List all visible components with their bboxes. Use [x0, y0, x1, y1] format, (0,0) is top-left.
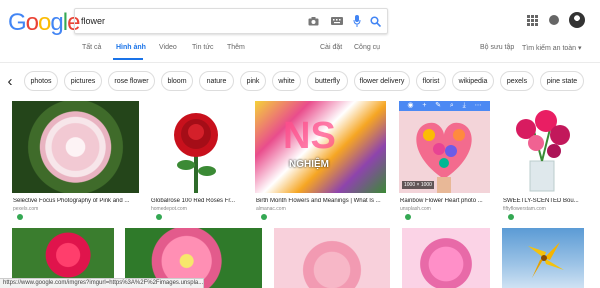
result-title[interactable]: Globalrose 100 Red Roses Fr... — [151, 198, 242, 204]
more-icon[interactable]: ⋯ — [475, 101, 482, 111]
keyboard-icon[interactable] — [330, 14, 344, 28]
watermark-text: NGHIỆM — [289, 159, 329, 170]
result-image[interactable]: NS NGHIỆM — [255, 101, 386, 193]
license-icon — [405, 214, 411, 220]
download-icon[interactable]: ⤓ — [463, 101, 466, 111]
license-icon — [508, 214, 514, 220]
result-image[interactable] — [274, 228, 390, 288]
chip-white[interactable]: white — [272, 71, 301, 91]
logo-letter: o — [38, 9, 51, 36]
result-title[interactable]: Rainbow Flower Heart photo ... — [400, 198, 489, 204]
watermark-logo: NS — [283, 115, 336, 157]
result-title[interactable]: Birth Month Flowers and Meanings | What … — [256, 198, 386, 204]
mic-icon[interactable] — [350, 14, 364, 28]
tab-all[interactable]: Tất cả — [82, 44, 101, 51]
safesearch-link[interactable]: Tìm kiếm an toàn ▾ — [522, 44, 582, 52]
result-image[interactable] — [502, 101, 582, 193]
chevron-left-icon[interactable]: ‹ — [2, 71, 18, 91]
chip-pexels[interactable]: pexels — [500, 71, 534, 91]
tab-more[interactable]: Thêm — [227, 44, 245, 51]
chip-nature[interactable]: nature — [199, 71, 234, 91]
lily-bouquet-illustration — [516, 110, 570, 192]
result-source: homedepot.com — [151, 206, 187, 212]
result-source: pexels.com — [13, 206, 39, 212]
active-tab-indicator — [113, 58, 143, 60]
search-box — [74, 8, 388, 34]
chip-bloom[interactable]: bloom — [161, 71, 193, 91]
google-logo[interactable]: Google — [8, 9, 80, 37]
license-icon — [156, 214, 162, 220]
yellow-flower-illustration — [528, 242, 564, 278]
chip-pink[interactable]: pink — [240, 71, 266, 91]
tab-video[interactable]: Video — [159, 44, 177, 51]
license-icon — [17, 214, 23, 220]
red-rose-illustration — [174, 113, 218, 193]
search-icon[interactable]: ⌕ — [450, 101, 454, 111]
chip-florist[interactable]: florist — [416, 71, 446, 91]
search-icon[interactable] — [368, 14, 382, 28]
result-image[interactable] — [502, 228, 584, 288]
chip-pine-state[interactable]: pine state — [540, 71, 584, 91]
tab-news[interactable]: Tin tức — [192, 44, 214, 51]
logo-letter: g — [50, 9, 63, 36]
result-title[interactable]: SWEETLY-SCENTED Bou... — [503, 198, 585, 204]
chip-photos[interactable]: photos — [24, 71, 58, 91]
collections-link[interactable]: Bộ sưu tập — [480, 44, 514, 51]
chip-pictures[interactable]: pictures — [64, 71, 102, 91]
image-dimensions: 1000 × 1000 — [402, 181, 434, 189]
add-icon[interactable]: + — [422, 101, 426, 111]
view-icon[interactable]: ◉ — [407, 101, 413, 111]
license-icon — [261, 214, 267, 220]
logo-letter: o — [25, 9, 39, 36]
edit-icon[interactable]: ✎ — [435, 101, 441, 111]
chip-flower-delivery[interactable]: flower delivery — [354, 71, 410, 91]
result-image[interactable]: ◉ + ✎ ⌕ ⤓ ⋯ 1000 × 1000 — [399, 101, 490, 193]
status-bar-url: https://www.google.com/imgres?imgurl=htt… — [0, 278, 204, 288]
settings-link[interactable]: Cài đặt — [320, 44, 342, 51]
logo-letter: G — [8, 9, 27, 36]
result-source: almanac.com — [256, 206, 286, 212]
result-image[interactable] — [12, 101, 139, 193]
chip-wikipedia[interactable]: wikipedia — [452, 71, 494, 91]
apps-grid-icon[interactable] — [527, 15, 538, 26]
chip-butterfly[interactable]: butterfly — [307, 71, 348, 91]
result-title[interactable]: Selective Focus Photography of Pink and … — [13, 198, 137, 204]
result-image[interactable] — [402, 228, 490, 288]
chip-rose-flower[interactable]: rose flower — [108, 71, 155, 91]
search-input[interactable] — [81, 9, 281, 33]
result-image[interactable] — [150, 101, 243, 193]
result-source: fiftyflowerstam.com — [503, 206, 546, 212]
flower-heart-illustration — [416, 122, 472, 193]
tab-images[interactable]: Hình ảnh — [116, 44, 146, 51]
notifications-icon[interactable] — [549, 15, 559, 25]
nav-divider — [0, 62, 600, 63]
camera-icon[interactable] — [306, 14, 320, 28]
hover-action-bar: ◉ + ✎ ⌕ ⤓ ⋯ — [399, 101, 490, 111]
tools-link[interactable]: Công cụ — [354, 44, 380, 51]
account-avatar[interactable] — [569, 12, 585, 28]
result-source: unsplash.com — [400, 206, 431, 212]
